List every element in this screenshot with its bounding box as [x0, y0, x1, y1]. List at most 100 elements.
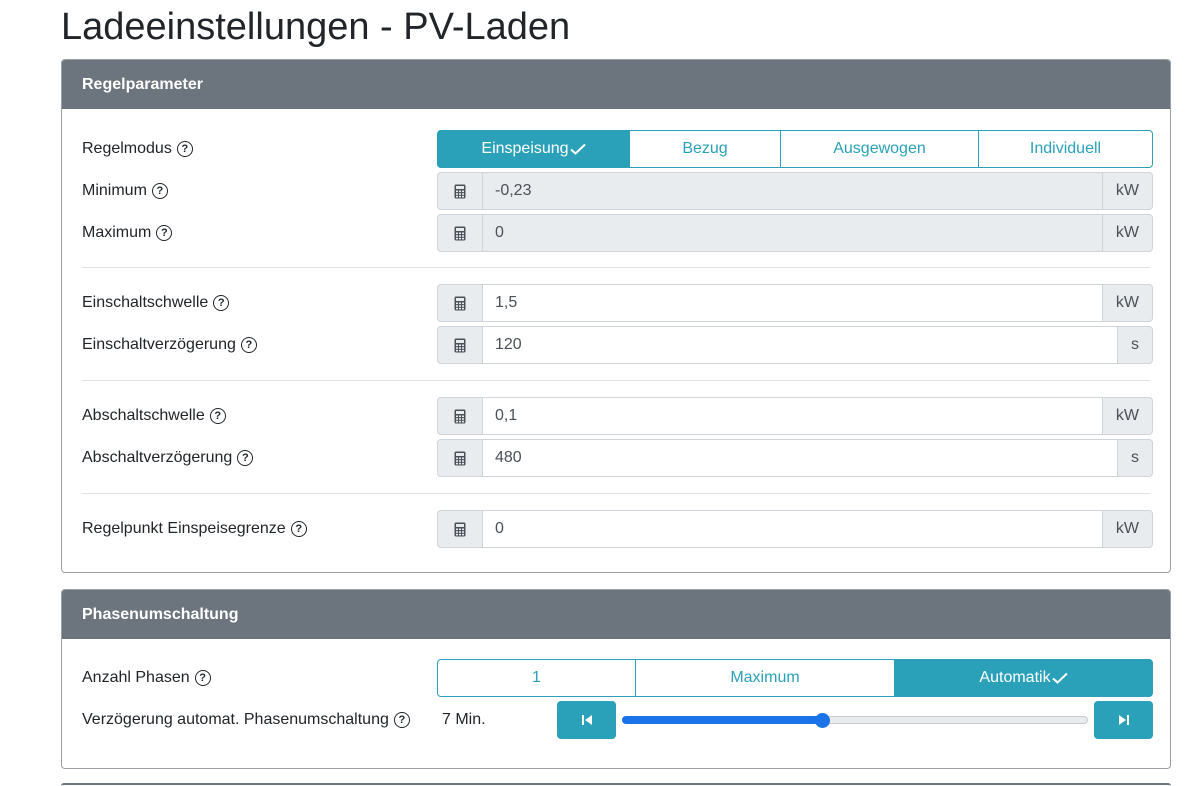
unit-label: kW [1102, 510, 1153, 548]
phasen-option-1[interactable]: 1 [437, 659, 636, 697]
abschaltverzoegerung-input[interactable]: 480 [483, 439, 1118, 477]
einschaltverzoegerung-row: Einschaltverzögerung ? 120 s [82, 326, 1153, 364]
einschaltschwelle-input-group: 1,5 kW [437, 284, 1153, 322]
option-label: Individuell [1029, 140, 1102, 157]
question-circle-icon[interactable]: ? [156, 225, 173, 241]
anzahl-phasen-label-text: Anzahl Phasen [82, 669, 190, 686]
regelpunkt-row: Regelpunkt Einspeisegrenze ? 0 kW [82, 510, 1153, 548]
verzoegerung-label-text: Verzögerung automat. Phasenumschaltung [82, 711, 389, 728]
divider [82, 380, 1150, 381]
phasen-option-automatik[interactable]: Automatik [894, 659, 1153, 697]
verzoegerung-slider[interactable] [622, 701, 1088, 739]
unit-label: kW [1102, 397, 1153, 435]
page-title: Ladeeinstellungen - PV-Laden [61, 6, 571, 48]
calculator-button[interactable] [437, 214, 483, 252]
verzoegerung-label: Verzögerung automat. Phasenumschaltung ? [82, 711, 437, 729]
abschaltverzoegerung-input-group: 480 s [437, 439, 1153, 477]
calculator-button[interactable] [437, 397, 483, 435]
anzahl-phasen-label: Anzahl Phasen ? [82, 669, 437, 687]
abschaltschwelle-row: Abschaltschwelle ? 0,1 kW [82, 397, 1153, 435]
question-circle-icon[interactable]: ? [194, 670, 211, 686]
calculator-icon [454, 409, 466, 423]
maximum-input-group: 0 kW [437, 214, 1153, 252]
step-forward-button[interactable] [1094, 701, 1153, 739]
calculator-button[interactable] [437, 439, 483, 477]
minimum-input: -0,23 [483, 172, 1103, 210]
calculator-icon [454, 338, 466, 352]
maximum-label: Maximum ? [82, 224, 437, 242]
slider-thumb[interactable] [815, 713, 831, 728]
regelmodus-option-einspeisung[interactable]: Einspeisung [437, 130, 630, 168]
regelpunkt-input-group: 0 kW [437, 510, 1153, 548]
einschaltverzoegerung-label-text: Einschaltverzögerung [82, 336, 236, 353]
check-icon [569, 143, 586, 155]
question-circle-icon[interactable]: ? [240, 337, 257, 353]
regelparameter-card: Regelparameter Regelmodus ? Einspeisung … [61, 59, 1171, 573]
einschaltverzoegerung-input[interactable]: 120 [483, 326, 1118, 364]
regelpunkt-input[interactable]: 0 [483, 510, 1103, 548]
check-icon [1051, 672, 1068, 684]
einschaltschwelle-row: Einschaltschwelle ? 1,5 kW [82, 284, 1153, 322]
option-label: Automatik [979, 669, 1051, 686]
phasen-option-maximum[interactable]: Maximum [635, 659, 895, 697]
maximum-input: 0 [483, 214, 1103, 252]
slider-fill [622, 716, 823, 724]
abschaltschwelle-input-group: 0,1 kW [437, 397, 1153, 435]
card-header-regelparameter: Regelparameter [62, 60, 1170, 109]
unit-label: s [1118, 439, 1153, 477]
calculator-icon [454, 296, 466, 310]
question-circle-icon[interactable]: ? [237, 450, 254, 466]
unit-label: kW [1102, 284, 1153, 322]
abschaltschwelle-input[interactable]: 0,1 [483, 397, 1103, 435]
abschaltverzoegerung-row: Abschaltverzögerung ? 480 s [82, 439, 1153, 477]
question-circle-icon[interactable]: ? [290, 521, 307, 537]
abschaltverzoegerung-label: Abschaltverzögerung ? [82, 449, 437, 467]
calculator-icon [454, 451, 466, 465]
einschaltschwelle-label-text: Einschaltschwelle [82, 294, 209, 311]
regelmodus-button-group: Einspeisung Bezug Ausgewogen Individuell [437, 130, 1153, 168]
calculator-icon [454, 226, 466, 240]
calculator-icon [454, 522, 466, 536]
regelmodus-option-individuell[interactable]: Individuell [978, 130, 1153, 168]
question-circle-icon[interactable]: ? [209, 408, 226, 424]
einschaltverzoegerung-label: Einschaltverzögerung ? [82, 336, 437, 354]
question-circle-icon[interactable]: ? [176, 141, 193, 157]
card-header-phasenumschaltung: Phasenumschaltung [62, 590, 1170, 639]
step-backward-icon [581, 715, 592, 725]
calculator-button[interactable] [437, 326, 483, 364]
question-circle-icon[interactable]: ? [393, 712, 410, 728]
regelmodus-option-ausgewogen[interactable]: Ausgewogen [780, 130, 979, 168]
minimum-row: Minimum ? -0,23 kW [82, 172, 1153, 210]
option-label: Bezug [682, 140, 728, 157]
calculator-button[interactable] [437, 172, 483, 210]
anzahl-phasen-button-group: 1 Maximum Automatik [437, 659, 1153, 697]
divider [82, 267, 1150, 268]
calculator-button[interactable] [437, 510, 483, 548]
maximum-label-text: Maximum [82, 224, 152, 241]
regelmodus-option-bezug[interactable]: Bezug [629, 130, 781, 168]
regelpunkt-label: Regelpunkt Einspeisegrenze ? [82, 520, 437, 538]
abschaltverzoegerung-label-text: Abschaltverzögerung [82, 449, 233, 466]
verzoegerung-slider-group: 7 Min. [437, 701, 1153, 739]
minimum-input-group: -0,23 kW [437, 172, 1153, 210]
phasenumschaltung-card: Phasenumschaltung Anzahl Phasen ? 1 Maxi… [61, 589, 1171, 769]
question-circle-icon[interactable]: ? [213, 295, 230, 311]
option-label: Maximum [730, 669, 800, 686]
regelpunkt-label-text: Regelpunkt Einspeisegrenze [82, 520, 286, 537]
unit-label: s [1118, 326, 1153, 364]
maximum-row: Maximum ? 0 kW [82, 214, 1153, 252]
unit-label: kW [1102, 172, 1153, 210]
abschaltschwelle-label: Abschaltschwelle ? [82, 407, 437, 425]
verzoegerung-row: Verzögerung automat. Phasenumschaltung ?… [82, 701, 1153, 739]
question-circle-icon[interactable]: ? [151, 183, 168, 199]
calculator-button[interactable] [437, 284, 483, 322]
einschaltverzoegerung-input-group: 120 s [437, 326, 1153, 364]
einschaltschwelle-input[interactable]: 1,5 [483, 284, 1103, 322]
option-label: Einspeisung [481, 140, 569, 157]
step-backward-button[interactable] [557, 701, 616, 739]
minimum-label: Minimum ? [82, 182, 437, 200]
step-forward-icon [1118, 715, 1129, 725]
regelmodus-label-text: Regelmodus [82, 140, 172, 157]
regelmodus-row: Regelmodus ? Einspeisung Bezug Ausgewoge… [82, 130, 1153, 168]
anzahl-phasen-row: Anzahl Phasen ? 1 Maximum Automatik [82, 659, 1153, 697]
